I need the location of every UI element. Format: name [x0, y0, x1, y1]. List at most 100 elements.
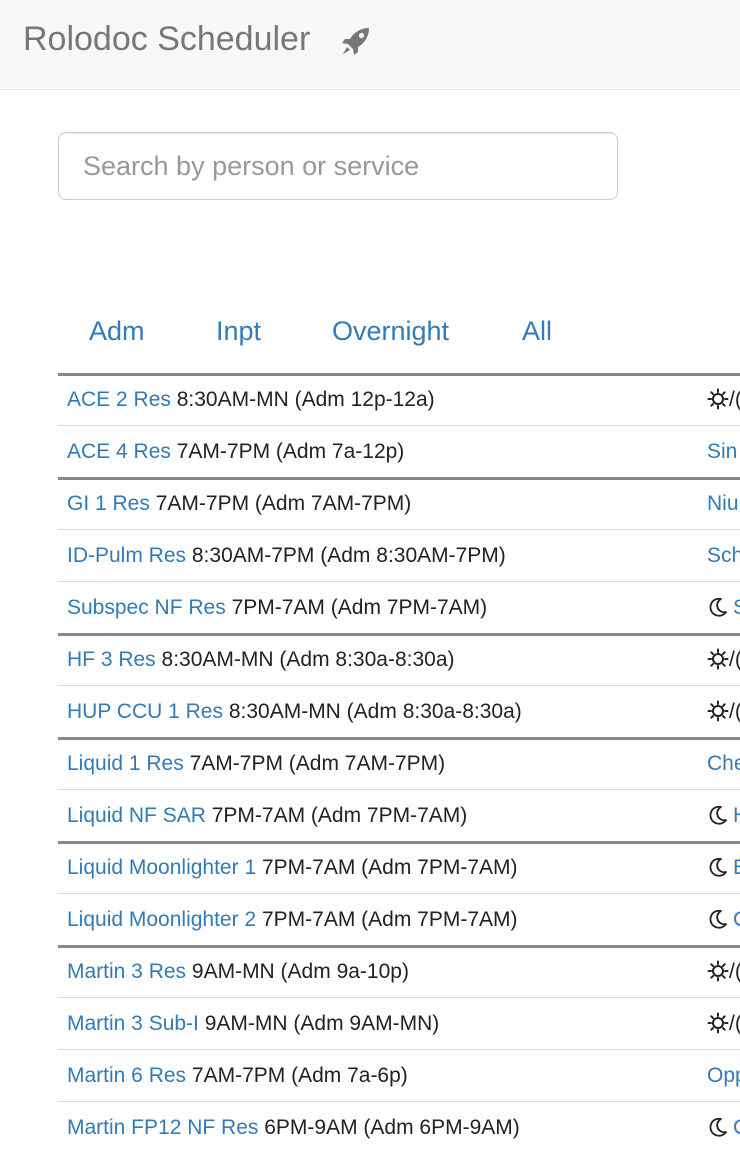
service-hours: 7PM-7AM (Adm 7PM-7AM) [231, 596, 488, 619]
on-call-person: /( [729, 648, 740, 671]
on-call-cell: Niu [707, 480, 739, 529]
sun-icon [707, 388, 729, 410]
on-call-person[interactable]: S [733, 596, 740, 619]
on-call-person: /( [729, 1012, 740, 1035]
tab-inpt[interactable]: Inpt [216, 312, 261, 350]
service-link[interactable]: Martin FP12 NF Res [67, 1116, 258, 1139]
on-call-cell: /( [707, 686, 740, 737]
on-call-cell: /( [707, 376, 740, 425]
service-link[interactable]: Liquid 1 Res [67, 752, 184, 775]
service-link[interactable]: Martin 6 Res [67, 1064, 186, 1087]
moon-icon [709, 909, 727, 929]
service-link[interactable]: ACE 2 Res [67, 388, 171, 411]
table-row: Martin 3 Sub-I 9AM-MN (Adm 9AM-MN) /( [58, 997, 740, 1049]
on-call-cell: S [707, 582, 740, 633]
service-hours: 7PM-7AM (Adm 7PM-7AM) [261, 908, 518, 931]
sun-icon [707, 648, 729, 670]
on-call-cell: /( [707, 636, 740, 685]
service-hours: 7AM-7PM (Adm 7a-12p) [176, 440, 405, 463]
moon-icon [709, 1117, 727, 1137]
table-row: Subspec NF Res 7PM-7AM (Adm 7PM-7AM) S [58, 581, 740, 633]
service-link[interactable]: Martin 3 Res [67, 960, 186, 983]
service-hours: 9AM-MN (Adm 9AM-MN) [204, 1012, 440, 1035]
tab-adm[interactable]: Adm [89, 312, 145, 350]
service-hours: 8:30AM-7PM (Adm 8:30AM-7PM) [191, 544, 506, 567]
table-row: GI 1 Res 7AM-7PM (Adm 7AM-7PM) Niu [58, 477, 740, 529]
filter-tabs: Adm Inpt Overnight All [0, 312, 740, 352]
table-row: Liquid Moonlighter 2 7PM-7AM (Adm 7PM-7A… [58, 893, 740, 945]
service-link[interactable]: GI 1 Res [67, 492, 150, 515]
service-link[interactable]: ID-Pulm Res [67, 544, 186, 567]
service-cell: HF 3 Res 8:30AM-MN (Adm 8:30a-8:30a) [67, 636, 455, 685]
on-call-cell: C [707, 1102, 740, 1153]
on-call-person[interactable]: C [733, 908, 740, 931]
on-call-cell: H [707, 790, 740, 841]
table-row: ACE 2 Res 8:30AM-MN (Adm 12p-12a) /( [58, 373, 740, 425]
service-hours: 7AM-7PM (Adm 7AM-7PM) [155, 492, 412, 515]
moon-icon [709, 805, 727, 825]
moon-icon [709, 857, 727, 877]
service-cell: GI 1 Res 7AM-7PM (Adm 7AM-7PM) [67, 480, 412, 529]
on-call-person[interactable]: E [733, 856, 740, 879]
service-cell: Martin 6 Res 7AM-7PM (Adm 7a-6p) [67, 1050, 408, 1101]
table-row: ID-Pulm Res 8:30AM-7PM (Adm 8:30AM-7PM) S… [58, 529, 740, 581]
on-call-person[interactable]: Niu [707, 492, 739, 515]
navbar: Rolodoc Scheduler [0, 0, 740, 90]
on-call-cell: Sin [707, 426, 737, 477]
table-row: Martin 6 Res 7AM-7PM (Adm 7a-6p) Opp [58, 1049, 740, 1101]
service-cell: Martin FP12 NF Res 6PM-9AM (Adm 6PM-9AM) [67, 1102, 520, 1153]
service-cell: Martin 3 Sub-I 9AM-MN (Adm 9AM-MN) [67, 998, 439, 1049]
service-cell: ACE 2 Res 8:30AM-MN (Adm 12p-12a) [67, 376, 435, 425]
service-cell: HUP CCU 1 Res 8:30AM-MN (Adm 8:30a-8:30a… [67, 686, 522, 737]
on-call-person: /( [729, 700, 740, 723]
on-call-cell: Sch [707, 530, 740, 581]
service-link[interactable]: Subspec NF Res [67, 596, 226, 619]
service-cell: ID-Pulm Res 8:30AM-7PM (Adm 8:30AM-7PM) [67, 530, 506, 581]
service-cell: Liquid Moonlighter 2 7PM-7AM (Adm 7PM-7A… [67, 894, 518, 945]
sun-icon [707, 1012, 729, 1034]
service-cell: Liquid NF SAR 7PM-7AM (Adm 7PM-7AM) [67, 790, 467, 841]
service-link[interactable]: Liquid Moonlighter 2 [67, 908, 256, 931]
service-hours: 7PM-7AM (Adm 7PM-7AM) [261, 856, 518, 879]
service-link[interactable]: HF 3 Res [67, 648, 156, 671]
sun-icon [707, 960, 729, 982]
on-call-cell: C [707, 894, 740, 945]
on-call-person[interactable]: Che [707, 752, 740, 775]
on-call-cell: Opp [707, 1050, 740, 1101]
service-cell: Subspec NF Res 7PM-7AM (Adm 7PM-7AM) [67, 582, 487, 633]
table-row: Liquid Moonlighter 1 7PM-7AM (Adm 7PM-7A… [58, 841, 740, 893]
on-call-person: /( [729, 960, 740, 983]
on-call-person[interactable]: Opp [707, 1064, 740, 1087]
service-link[interactable]: ACE 4 Res [67, 440, 171, 463]
service-hours: 7PM-7AM (Adm 7PM-7AM) [211, 804, 468, 827]
tab-all[interactable]: All [522, 312, 552, 350]
on-call-person[interactable]: Sch [707, 544, 740, 567]
schedule-table: ACE 2 Res 8:30AM-MN (Adm 12p-12a) /( ACE 4… [58, 373, 740, 1153]
service-hours: 8:30AM-MN (Adm 8:30a-8:30a) [228, 700, 522, 723]
service-hours: 8:30AM-MN (Adm 12p-12a) [176, 388, 435, 411]
service-hours: 7AM-7PM (Adm 7AM-7PM) [189, 752, 446, 775]
moon-icon [709, 597, 727, 617]
on-call-cell: E [707, 844, 740, 893]
service-cell: Liquid 1 Res 7AM-7PM (Adm 7AM-7PM) [67, 740, 446, 789]
table-row: HUP CCU 1 Res 8:30AM-MN (Adm 8:30a-8:30a… [58, 685, 740, 737]
on-call-person[interactable]: H [733, 804, 740, 827]
service-hours: 6PM-9AM (Adm 6PM-9AM) [264, 1116, 520, 1139]
service-link[interactable]: Liquid NF SAR [67, 804, 206, 827]
service-cell: ACE 4 Res 7AM-7PM (Adm 7a-12p) [67, 426, 404, 477]
tab-overnight[interactable]: Overnight [332, 312, 449, 350]
on-call-person[interactable]: C [733, 1116, 740, 1139]
service-link[interactable]: HUP CCU 1 Res [67, 700, 223, 723]
service-cell: Martin 3 Res 9AM-MN (Adm 9a-10p) [67, 948, 409, 997]
on-call-person: /( [729, 388, 740, 411]
on-call-cell: /( [707, 998, 740, 1049]
service-link[interactable]: Martin 3 Sub-I [67, 1012, 199, 1035]
search-input[interactable] [58, 132, 618, 200]
service-link[interactable]: Liquid Moonlighter 1 [67, 856, 256, 879]
table-row: HF 3 Res 8:30AM-MN (Adm 8:30a-8:30a) /( [58, 633, 740, 685]
table-row: Martin FP12 NF Res 6PM-9AM (Adm 6PM-9AM)… [58, 1101, 740, 1153]
on-call-person[interactable]: Sin [707, 440, 737, 463]
app-title[interactable]: Rolodoc Scheduler [23, 18, 310, 60]
table-row: Liquid 1 Res 7AM-7PM (Adm 7AM-7PM) Che [58, 737, 740, 789]
service-hours: 7AM-7PM (Adm 7a-6p) [191, 1064, 408, 1087]
